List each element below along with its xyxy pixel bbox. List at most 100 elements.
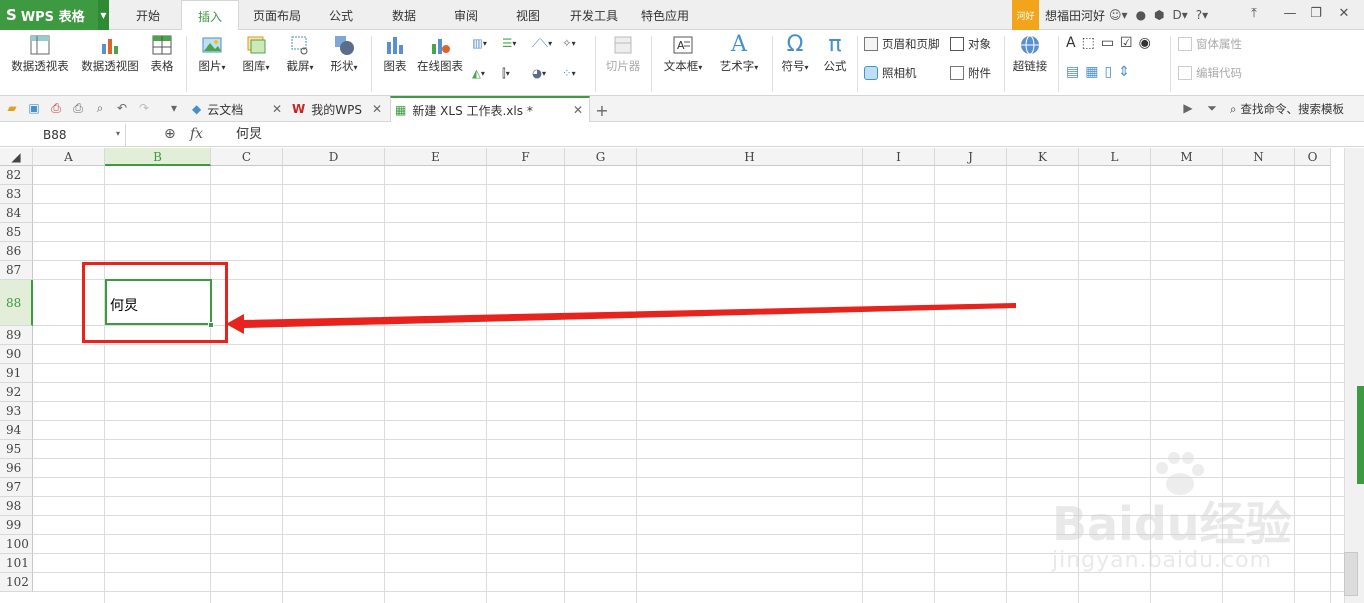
user-badge[interactable]: 河好 bbox=[1012, 0, 1039, 30]
camera-button[interactable]: 照相机 bbox=[864, 65, 917, 81]
hyperlink-button[interactable]: 超链接 bbox=[1008, 30, 1052, 74]
tab-home[interactable]: 开始 bbox=[127, 0, 169, 30]
doc-tab-cloud[interactable]: ◆ 云文档 ✕ bbox=[188, 96, 288, 122]
scatter-chart-dropdown[interactable]: ⁘ ▾ bbox=[562, 66, 576, 80]
listbox-control-icon[interactable]: ▤ bbox=[1066, 64, 1079, 80]
new-tab-icon[interactable]: + bbox=[594, 101, 610, 120]
pivot-chart-button[interactable]: 数据透视图 bbox=[78, 30, 142, 74]
wordart-button[interactable]: A 艺术字▾ bbox=[714, 30, 764, 74]
close-icon[interactable]: ✕ bbox=[573, 103, 583, 117]
user-name[interactable]: 想福田河好 bbox=[1045, 7, 1105, 24]
equation-button[interactable]: π 公式 bbox=[818, 30, 852, 74]
stock-chart-dropdown[interactable]: ⫿ ▾ bbox=[502, 66, 510, 81]
slicer-button[interactable]: 切片器 bbox=[602, 30, 644, 74]
minimize-button[interactable]: — bbox=[1280, 6, 1300, 21]
tab-review[interactable]: 审阅 bbox=[443, 0, 489, 30]
chart-button[interactable]: 图表 bbox=[378, 30, 412, 74]
doc-tab-mywps[interactable]: W 我的WPS ✕ bbox=[288, 96, 388, 122]
zoom-icon[interactable]: ⊕ bbox=[164, 126, 176, 142]
side-panel-tab[interactable] bbox=[1357, 386, 1364, 484]
screenshot-label: 截屏 bbox=[286, 59, 310, 73]
bar-chart-dropdown[interactable]: ☰ ▾ bbox=[502, 36, 516, 50]
skin-icon[interactable]: ● bbox=[1136, 8, 1146, 22]
groupbox-control-icon[interactable]: ⬚ bbox=[1082, 35, 1095, 51]
formula-input[interactable]: 何炅 bbox=[236, 123, 262, 147]
object-icon bbox=[950, 37, 964, 51]
shape-button[interactable]: 形状▾ bbox=[324, 30, 364, 74]
line-chart-dropdown[interactable]: ⟋⟍ ▾ bbox=[532, 36, 552, 51]
column-chart-dropdown[interactable]: ▥ ▾ bbox=[472, 36, 487, 50]
tab-data[interactable]: 数据 bbox=[381, 0, 427, 30]
print-icon[interactable]: ⎙ bbox=[70, 101, 86, 117]
form-properties-button[interactable]: 窗体属性 bbox=[1178, 36, 1242, 52]
tab-view[interactable]: 视图 bbox=[505, 0, 551, 30]
chevron-down-icon[interactable]: ▾ bbox=[116, 129, 120, 138]
customize-toolbar-icon[interactable]: ▾ bbox=[166, 101, 182, 117]
tab-page-layout[interactable]: 页面布局 bbox=[249, 0, 305, 30]
slicer-label: 切片器 bbox=[605, 59, 641, 73]
app-menu-button[interactable]: S WPS 表格 ▼ bbox=[0, 0, 109, 30]
tab-formulas[interactable]: 公式 bbox=[318, 0, 364, 30]
open-folder-icon[interactable]: ▰ bbox=[4, 101, 20, 117]
pie-chart-dropdown[interactable]: ◕ ▾ bbox=[532, 66, 546, 80]
pivot-chart-label: 数据透视图 bbox=[81, 59, 139, 73]
doc-tab-label: 新建 XLS 工作表.xls * bbox=[412, 103, 533, 118]
scrollbar-control-icon[interactable]: ▯ bbox=[1104, 64, 1112, 80]
vertical-scrollbar-thumb[interactable] bbox=[1344, 552, 1358, 596]
command-search[interactable]: ⌕ 查找命令、搜索模板 bbox=[1230, 101, 1344, 117]
settings-icon[interactable]: ⬢ bbox=[1154, 8, 1164, 22]
globe-icon bbox=[1021, 35, 1039, 55]
undo-icon[interactable]: ↶ bbox=[114, 101, 130, 117]
combobox-control-icon[interactable]: ▦ bbox=[1085, 64, 1098, 80]
pie-chart-icon: ◕ bbox=[532, 66, 543, 80]
attachment-button[interactable]: 附件 bbox=[950, 65, 991, 81]
picture-button[interactable]: 图片▾ bbox=[192, 30, 232, 74]
online-chart-button[interactable]: 在线图表 bbox=[414, 30, 466, 74]
tab-developer[interactable]: 开发工具 bbox=[564, 0, 624, 30]
close-icon[interactable]: ✕ bbox=[272, 102, 282, 116]
share-icon[interactable]: D▾ bbox=[1173, 8, 1188, 22]
cloud-sync-icon[interactable]: ▶ bbox=[1180, 101, 1196, 117]
scatter-chart-icon: ⁘ bbox=[562, 66, 572, 80]
help-icon[interactable]: ?▾ bbox=[1196, 8, 1208, 22]
pivot-table-button[interactable]: 数据透视表 bbox=[8, 30, 72, 74]
export-pdf-icon[interactable]: ⎙ bbox=[48, 101, 64, 117]
name-box[interactable]: B88 bbox=[0, 124, 126, 146]
ribbon-separator bbox=[772, 36, 773, 92]
save-icon[interactable]: ▣ bbox=[26, 101, 42, 117]
edit-code-button[interactable]: 编辑代码 bbox=[1178, 65, 1242, 81]
radar-chart-dropdown[interactable]: ✧ ▾ bbox=[562, 36, 576, 50]
area-chart-dropdown[interactable]: ◭ ▾ bbox=[472, 66, 485, 80]
scissors-icon bbox=[291, 36, 308, 55]
restore-ribbon-icon[interactable]: ⤒ bbox=[1244, 6, 1264, 21]
close-icon[interactable]: ✕ bbox=[372, 102, 382, 116]
label-control-icon[interactable]: A bbox=[1066, 35, 1076, 51]
vertical-scrollbar[interactable] bbox=[1344, 148, 1364, 603]
symbol-button[interactable]: Ω 符号▾ bbox=[778, 30, 812, 74]
table-button[interactable]: 表格 bbox=[146, 30, 178, 74]
tab-special[interactable]: 特色应用 bbox=[636, 0, 694, 30]
close-button[interactable]: ✕ bbox=[1334, 6, 1354, 21]
bar-chart-icon: ☰ bbox=[502, 36, 513, 50]
picture-label: 图片 bbox=[198, 59, 222, 73]
header-footer-button[interactable]: 页眉和页脚 bbox=[864, 36, 940, 52]
button-control-icon[interactable]: ▭ bbox=[1101, 35, 1114, 51]
textbox-button[interactable]: A 文本框▾ bbox=[658, 30, 708, 74]
feedback-icon[interactable]: ⏷ bbox=[1204, 101, 1220, 117]
chevron-down-icon[interactable]: ▼ bbox=[98, 0, 109, 30]
gallery-icon bbox=[247, 36, 266, 54]
object-button[interactable]: 对象 bbox=[950, 36, 991, 52]
radio-control-icon[interactable]: ◉ bbox=[1139, 35, 1151, 51]
screenshot-button[interactable]: 截屏▾ bbox=[280, 30, 320, 74]
checkbox-control-icon[interactable]: ☑ bbox=[1120, 35, 1133, 51]
fx-icon[interactable]: fx bbox=[190, 126, 203, 142]
gallery-button[interactable]: 图库▾ bbox=[236, 30, 276, 74]
redo-icon[interactable]: ↷ bbox=[136, 101, 152, 117]
form-controls-row2: ▤ ▦ ▯ ⇕ bbox=[1066, 64, 1130, 80]
doc-tab-xls[interactable]: ▦ 新建 XLS 工作表.xls * ✕ bbox=[390, 96, 590, 122]
print-preview-icon[interactable]: ⌕ bbox=[92, 101, 108, 117]
user-status-icon[interactable]: ☺▾ bbox=[1109, 8, 1128, 22]
spinner-control-icon[interactable]: ⇕ bbox=[1118, 64, 1130, 80]
maximize-button[interactable]: ❐ bbox=[1306, 6, 1326, 21]
tab-insert[interactable]: 插入 bbox=[181, 0, 239, 31]
